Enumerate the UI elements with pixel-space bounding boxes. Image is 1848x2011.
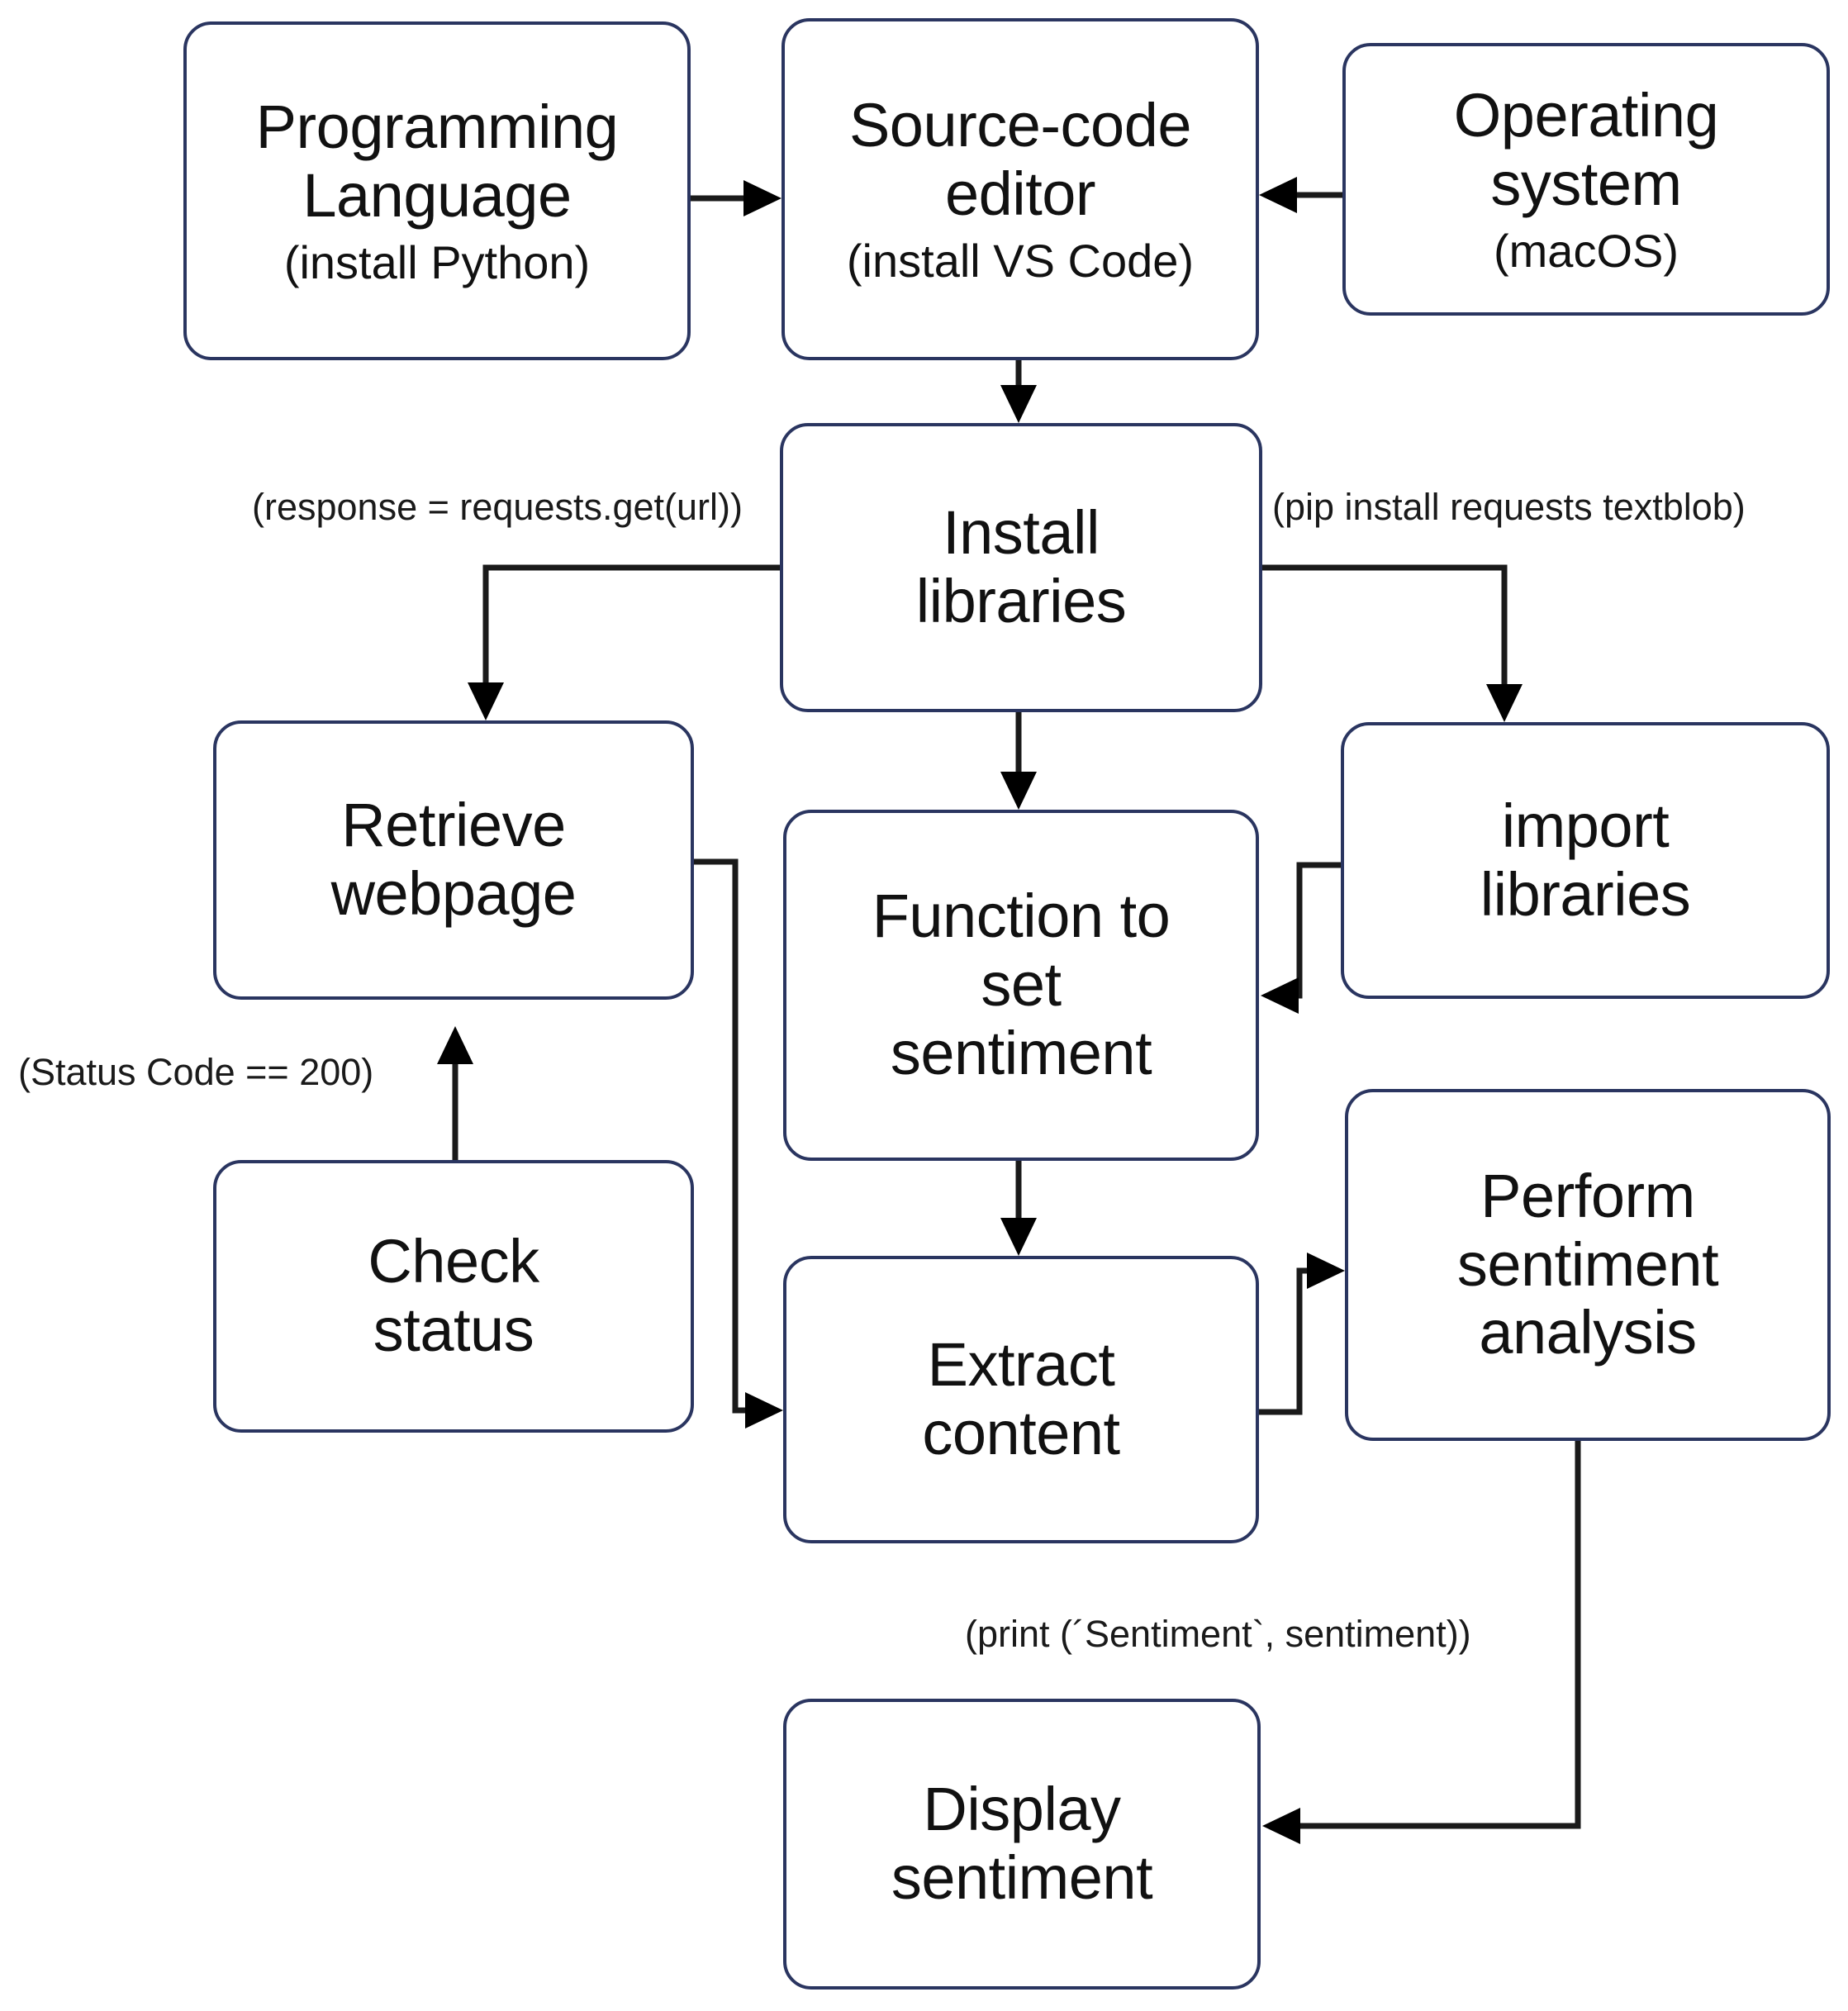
node-label-main: Retrieve webpage — [330, 791, 577, 928]
edge-import-libraries-to-function-to-set-sentiment — [1261, 862, 1341, 1014]
edge-function-to-set-sentiment-to-extract-content — [1000, 1161, 1037, 1256]
node-label-main: Install libraries — [915, 498, 1127, 635]
node-label-main: import libraries — [1480, 791, 1691, 929]
node-programming-language[interactable]: Programming Language (install Python) — [183, 21, 691, 360]
node-import-libraries[interactable]: import libraries — [1341, 722, 1830, 999]
edge-extract-content-to-perform-sentiment-analysis — [1258, 1253, 1345, 1415]
node-label-sub: (install Python) — [283, 235, 591, 288]
edge-label-print-sentiment: (print (´Sentiment`, sentiment)) — [965, 1613, 1471, 1655]
node-retrieve-webpage[interactable]: Retrieve webpage — [213, 720, 694, 1000]
node-display-sentiment[interactable]: Display sentiment — [783, 1699, 1261, 1990]
edge-install-libraries-to-retrieve-webpage — [468, 564, 780, 720]
node-label-main: Source-code editor — [848, 90, 1192, 228]
edge-label-pip-install: (pip install requests textblob) — [1272, 486, 1746, 528]
edge-label-status-code-200: (Status Code == 200) — [18, 1051, 374, 1093]
node-operating-system[interactable]: Operating system (macOS) — [1342, 43, 1830, 316]
node-label-sub: (macOS) — [1494, 224, 1679, 277]
node-label-main: Perform sentiment analysis — [1456, 1161, 1719, 1367]
edge-operating-system-to-source-code-editor — [1259, 177, 1342, 213]
node-perform-sentiment-analysis[interactable]: Perform sentiment analysis — [1345, 1089, 1831, 1441]
node-label-main: Extract content — [922, 1330, 1120, 1467]
node-label-main: Programming Language — [255, 92, 619, 230]
node-label-main: Operating system — [1453, 80, 1719, 218]
node-source-code-editor[interactable]: Source-code editor (install VS Code) — [781, 18, 1259, 360]
node-label-main: Display sentiment — [891, 1775, 1153, 1912]
edge-install-libraries-to-import-libraries — [1262, 564, 1523, 722]
node-label-main: Check status — [368, 1227, 539, 1364]
node-check-status[interactable]: Check status — [213, 1160, 694, 1433]
node-label-main: Function to set sentiment — [872, 882, 1171, 1087]
edge-check-status-to-retrieve-webpage — [437, 1026, 473, 1160]
edge-source-code-editor-to-install-libraries — [1000, 354, 1037, 423]
flowchart-canvas: Programming Language (install Python) So… — [0, 0, 1848, 2011]
node-extract-content[interactable]: Extract content — [783, 1256, 1259, 1543]
edge-retrieve-webpage-to-extract-content — [694, 858, 783, 1429]
node-function-to-set-sentiment[interactable]: Function to set sentiment — [783, 810, 1259, 1161]
node-install-libraries[interactable]: Install libraries — [780, 423, 1262, 712]
edge-programming-language-to-source-code-editor — [691, 180, 781, 216]
edge-install-libraries-to-function-to-set-sentiment — [1000, 712, 1037, 810]
node-label-sub: (install VS Code) — [846, 234, 1195, 287]
edge-label-response-get-url: (response = requests.get(url)) — [252, 486, 743, 528]
